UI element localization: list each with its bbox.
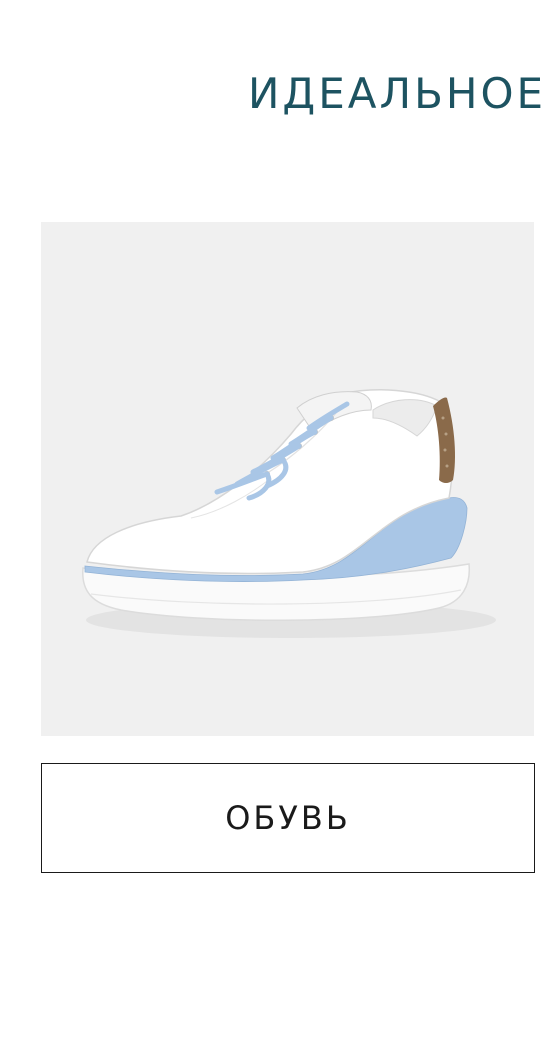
promo-page: ИДЕАЛЬНОЕ ОБУВЬ (0, 0, 550, 1060)
promo-headline: ИДЕАЛЬНОЕ (248, 69, 547, 118)
shoes-category-label: ОБУВЬ (225, 799, 351, 837)
shoes-category-button[interactable]: ОБУВЬ (41, 763, 535, 873)
sneaker-image (82, 389, 496, 638)
product-image-card[interactable] (41, 222, 534, 736)
